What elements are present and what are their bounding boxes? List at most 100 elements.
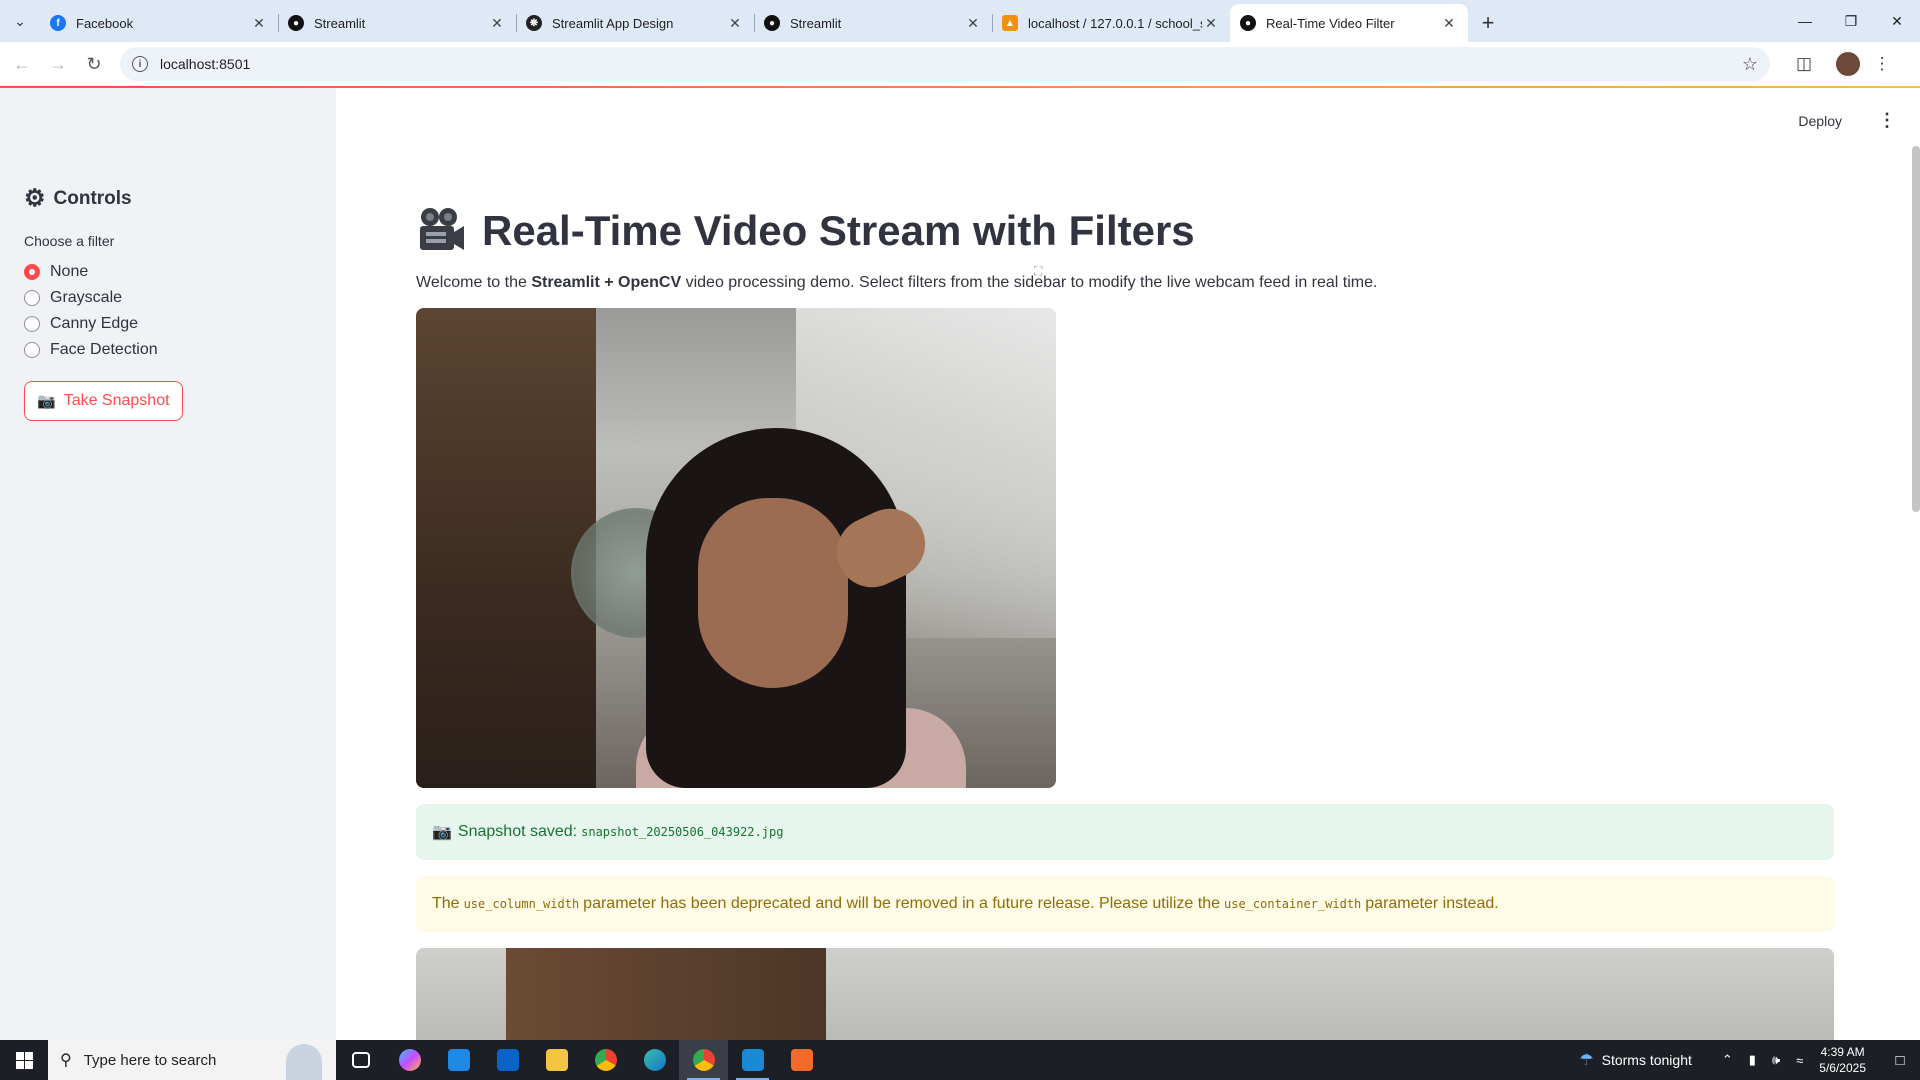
streamlit-icon: ● [288,15,304,31]
copilot-icon[interactable] [385,1040,434,1080]
taskbar-search-box[interactable]: ⚲ Type here to search [48,1040,336,1080]
volume-icon[interactable]: 🕪 [1772,1052,1780,1068]
wifi-icon[interactable]: ≈ [1796,1053,1803,1068]
page-title: Real-Time Video Stream with Filters [416,200,1834,262]
close-icon[interactable]: ✕ [250,15,268,32]
radio-button[interactable] [24,264,40,280]
radio-label: Face Detection [50,341,158,358]
minimize-icon[interactable]: — [1782,0,1828,42]
page-scrollbar[interactable] [1912,146,1920,512]
streamlit-app: ⚙ Controls Choose a filter None Grayscal… [0,86,1920,1048]
store-icon[interactable] [434,1040,483,1080]
app-header-actions: Deploy ⋮ [1798,110,1896,131]
browser-toolbar: ← → ↻ i localhost:8501 ☆ ◫ ⋮ [0,42,1920,86]
chrome-active-icon[interactable] [679,1040,728,1080]
camera-icon: 📷 [432,824,452,841]
deploy-button[interactable]: Deploy [1798,113,1842,129]
openai-icon: ❋ [526,15,542,31]
forward-arrow-icon[interactable]: → [40,54,76,75]
xampp-icon[interactable] [777,1040,826,1080]
tab-title: Streamlit App Design [552,15,674,31]
edge-icon[interactable] [630,1040,679,1080]
weather-text: Storms tonight [1601,1052,1692,1068]
notification-center-icon[interactable]: □ [1880,1052,1920,1069]
show-hidden-icons-chevron-icon[interactable]: ⌃ [1722,1052,1733,1068]
search-highlight-image [286,1044,322,1080]
radio-label: Grayscale [50,289,123,306]
tab-streamlit-1[interactable]: ● Streamlit ✕ [278,4,516,42]
reload-icon[interactable]: ↻ [76,54,112,75]
tab-search-chevron-icon[interactable]: ⌄ [0,0,40,42]
camera-icon: 📷 [37,393,56,410]
intro-before: Welcome to the [416,274,532,291]
tab-facebook[interactable]: f Facebook ✕ [40,4,278,42]
streamlit-icon: ● [1240,15,1256,31]
filter-option-none[interactable]: None [24,259,312,285]
outlook-icon[interactable] [483,1040,532,1080]
warning-code-new: use_container_width [1224,897,1362,911]
phpmyadmin-icon: ▲ [1002,15,1018,31]
warning-after: parameter instead. [1365,895,1499,912]
tab-real-time-video-filter[interactable]: ● Real-Time Video Filter ✕ [1230,4,1468,42]
main-menu-kebab-icon[interactable]: ⋮ [1878,110,1896,131]
take-snapshot-button[interactable]: 📷 Take Snapshot [24,381,183,421]
tab-streamlit-2[interactable]: ● Streamlit ✕ [754,4,992,42]
vscode-icon[interactable] [728,1040,777,1080]
restore-icon[interactable]: ❐ [1828,0,1874,42]
task-view-icon[interactable] [336,1040,385,1080]
main-content: Real-Time Video Stream with Filters Welc… [416,200,1834,1048]
weather-widget[interactable]: ☂ Storms tonight [1579,1050,1692,1070]
site-info-icon[interactable]: i [132,56,148,72]
snapshot-preview-wall [506,948,826,1048]
tab-title: Facebook [76,15,134,31]
radio-button[interactable] [24,290,40,306]
close-icon[interactable]: ✕ [726,15,744,32]
extensions-puzzle-icon[interactable]: ◫ [1782,54,1826,74]
movie-camera-icon [420,208,464,250]
filter-option-face-detection[interactable]: Face Detection [24,337,312,363]
clock-time: 4:39 AM [1820,1045,1865,1059]
back-arrow-icon[interactable]: ← [4,54,40,75]
browser-menu-kebab-icon[interactable]: ⋮ [1870,54,1894,74]
take-snapshot-label: Take Snapshot [63,392,170,409]
filter-option-grayscale[interactable]: Grayscale [24,285,312,311]
close-icon[interactable]: ✕ [1440,15,1458,32]
close-icon[interactable]: ✕ [488,15,506,32]
warning-before: The [432,895,460,912]
close-window-icon[interactable]: ✕ [1874,0,1920,42]
fullscreen-expand-icon[interactable]: ⛶ [1034,264,1042,279]
url-text[interactable]: localhost:8501 [160,56,1742,72]
warning-code-old: use_column_width [463,897,580,911]
battery-icon[interactable]: ▮ [1749,1052,1756,1068]
address-bar[interactable]: i localhost:8501 ☆ [120,47,1770,81]
success-label: Snapshot saved: [457,823,578,840]
snapshot-success-alert: 📷 Snapshot saved: snapshot_20250506_0439… [416,804,1834,860]
chrome-icon[interactable] [581,1040,630,1080]
file-explorer-icon[interactable] [532,1040,581,1080]
start-windows-icon[interactable] [0,1040,48,1080]
new-tab-plus-icon[interactable]: + [1468,4,1508,42]
radio-label: Canny Edge [50,315,139,332]
tab-title: Real-Time Video Filter [1266,15,1395,31]
video-background-wall [416,308,596,788]
radio-button[interactable] [24,316,40,332]
filter-option-canny-edge[interactable]: Canny Edge [24,311,312,337]
bookmark-star-icon[interactable]: ☆ [1742,54,1758,75]
close-icon[interactable]: ✕ [1202,15,1220,32]
snapshot-filename: snapshot_20250506_043922.jpg [581,825,784,839]
clock-date: 5/6/2025 [1819,1061,1866,1075]
intro-bold: Streamlit + OpenCV [531,274,682,291]
sidebar: ⚙ Controls Choose a filter None Grayscal… [0,88,336,1040]
close-icon[interactable]: ✕ [964,15,982,32]
tab-phpmyadmin[interactable]: ▲ localhost / 127.0.0.1 / school_sy ✕ [992,4,1230,42]
streamlit-icon: ● [764,15,780,31]
video-person-face [698,498,848,688]
facebook-icon: f [50,15,66,31]
clock[interactable]: 4:39 AM 5/6/2025 [1819,1044,1866,1076]
taskbar-search-placeholder[interactable]: Type here to search [84,1052,217,1069]
profile-avatar[interactable] [1836,52,1860,76]
tab-streamlit-app-design[interactable]: ❋ Streamlit App Design ✕ [516,4,754,42]
intro-text: Welcome to the Streamlit + OpenCV video … [416,274,1834,292]
window-controls: — ❐ ✕ [1782,0,1920,42]
radio-button[interactable] [24,342,40,358]
